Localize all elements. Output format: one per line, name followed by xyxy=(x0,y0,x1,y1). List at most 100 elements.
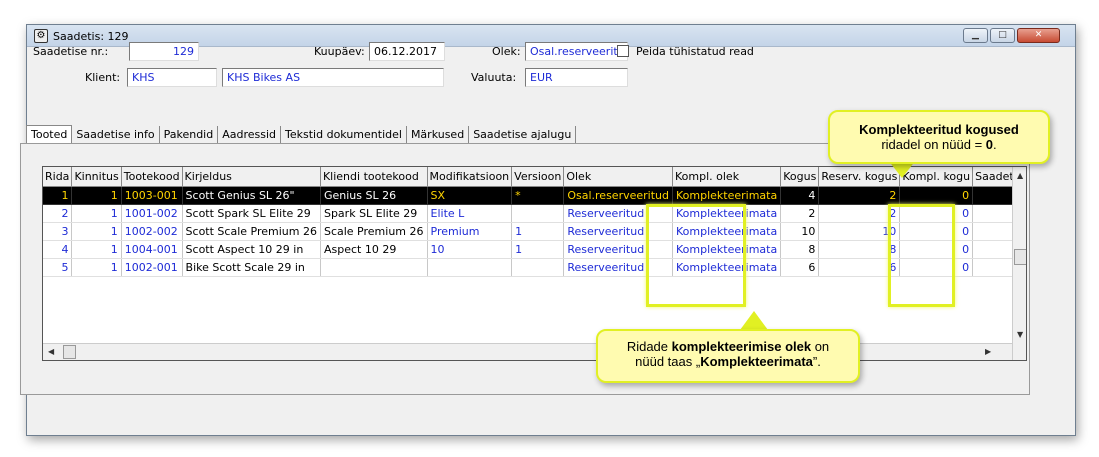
hide-cancelled-checkbox[interactable] xyxy=(617,45,629,57)
cell-kogus[interactable]: 8 xyxy=(780,240,820,259)
cell-kompl-olek[interactable]: Komplekteerimata xyxy=(672,222,782,241)
cell-kompl-olek[interactable]: Komplekteerimata xyxy=(672,240,782,259)
horizontal-scroll-thumb[interactable] xyxy=(63,345,76,359)
client-code-field[interactable]: KHS xyxy=(127,68,217,87)
cell-kompl-kogus[interactable]: 0 xyxy=(899,240,974,259)
cell-kinnitus[interactable]: 1 xyxy=(71,186,122,205)
cell-reserv[interactable]: 2 xyxy=(818,204,901,223)
cell-versioon[interactable]: * xyxy=(511,186,565,205)
cell-rida[interactable]: 5 xyxy=(43,258,73,277)
cell-versioon[interactable]: 1 xyxy=(511,240,565,259)
cell-rida[interactable]: 1 xyxy=(43,186,73,205)
cell-kliendi[interactable]: Spark SL Elite 29 xyxy=(320,204,428,223)
cell-kompl-olek[interactable]: Komplekteerimata xyxy=(672,258,782,277)
client-name-field[interactable]: KHS Bikes AS xyxy=(222,68,444,87)
vertical-scroll-thumb[interactable] xyxy=(1014,249,1026,265)
minimize-button[interactable]: ▁ xyxy=(963,28,988,43)
cell-olek[interactable]: Osal.reserveeritud xyxy=(563,186,673,205)
scroll-left-icon[interactable]: ◀ xyxy=(48,347,54,356)
table-row[interactable]: 5 1 1002-001 Bike Scott Scale 29 in Reservee… xyxy=(43,258,1026,277)
shipment-no-field[interactable]: 129 xyxy=(129,42,199,61)
cell-tootekood[interactable]: 1002-002 xyxy=(121,222,183,241)
col-kliendi-tootekood[interactable]: Kliendi tootekood xyxy=(320,167,428,187)
tab-pakendid[interactable]: Pakendid xyxy=(160,126,219,143)
cell-kompl-olek[interactable]: Komplekteerimata xyxy=(672,204,782,223)
tab-aadressid[interactable]: Aadressid xyxy=(218,126,282,143)
cell-mod[interactable]: 10 xyxy=(427,240,513,259)
cell-versioon[interactable] xyxy=(511,204,565,223)
cell-kinnitus[interactable]: 1 xyxy=(71,204,122,223)
col-olek[interactable]: Olek xyxy=(563,167,673,187)
table-row[interactable]: 3 1 1002-002 Scott Scale Premium 26 Scale Pr… xyxy=(43,222,1026,241)
scroll-right-icon[interactable]: ▶ xyxy=(985,347,991,356)
cell-kompl-kogus[interactable]: 0 xyxy=(899,204,974,223)
cell-mod[interactable]: SX xyxy=(427,186,513,205)
date-field[interactable]: 06.12.2017 xyxy=(369,42,445,61)
cell-mod[interactable]: Premium xyxy=(427,222,513,241)
cell-mod[interactable]: Elite L xyxy=(427,204,513,223)
col-kinnitus[interactable]: Kinnitus xyxy=(71,167,122,187)
cell-reserv[interactable]: 2 xyxy=(818,186,901,205)
horizontal-scrollbar[interactable]: ◀ ▶ xyxy=(43,343,1012,360)
cell-reserv[interactable]: 6 xyxy=(818,258,901,277)
cell-kogus[interactable]: 4 xyxy=(780,186,820,205)
cell-kogus[interactable]: 6 xyxy=(780,258,820,277)
cell-kirjeldus[interactable]: Scott Scale Premium 26 xyxy=(182,222,321,241)
cell-tootekood[interactable]: 1003-001 xyxy=(121,186,183,205)
cell-kinnitus[interactable]: 1 xyxy=(71,258,122,277)
col-rida[interactable]: Rida xyxy=(43,167,73,187)
cell-rida[interactable]: 2 xyxy=(43,204,73,223)
cell-kompl-kogus[interactable]: 0 xyxy=(899,222,974,241)
cell-kompl-kogus[interactable]: 0 xyxy=(899,258,974,277)
col-versioon[interactable]: Versioon xyxy=(511,167,565,187)
tab-saadetise-info[interactable]: Saadetise info xyxy=(72,126,160,143)
cell-tootekood[interactable]: 1001-002 xyxy=(121,204,183,223)
tab-tekstid[interactable]: Tekstid dokumentidel xyxy=(281,126,407,143)
status-field[interactable]: Osal.reserveeritud xyxy=(525,42,628,61)
cell-kogus[interactable]: 2 xyxy=(780,204,820,223)
cell-olek[interactable]: Reserveeritud xyxy=(563,258,673,277)
tab-tooted[interactable]: Tooted xyxy=(26,125,73,143)
cell-kinnitus[interactable]: 1 xyxy=(71,222,122,241)
cell-kompl-olek[interactable]: Komplekteerimata xyxy=(672,186,782,205)
cell-olek[interactable]: Reserveeritud xyxy=(563,240,673,259)
cell-versioon[interactable]: 1 xyxy=(511,222,565,241)
cell-tootekood[interactable]: 1004-001 xyxy=(121,240,183,259)
cell-reserv[interactable]: 8 xyxy=(818,240,901,259)
cell-kliendi[interactable] xyxy=(320,258,428,277)
maximize-button[interactable]: □ xyxy=(990,28,1015,43)
col-kompl-olek[interactable]: Kompl. olek xyxy=(672,167,782,187)
col-kirjeldus[interactable]: Kirjeldus xyxy=(182,167,321,187)
cell-versioon[interactable] xyxy=(511,258,565,277)
cell-kompl-kogus[interactable]: 0 xyxy=(899,186,974,205)
cell-kinnitus[interactable]: 1 xyxy=(71,240,122,259)
cell-tootekood[interactable]: 1002-001 xyxy=(121,258,183,277)
cell-rida[interactable]: 3 xyxy=(43,222,73,241)
col-kogus[interactable]: Kogus xyxy=(780,167,820,187)
cell-rida[interactable]: 4 xyxy=(43,240,73,259)
cell-olek[interactable]: Reserveeritud xyxy=(563,222,673,241)
cell-olek[interactable]: Reserveeritud xyxy=(563,204,673,223)
cell-kirjeldus[interactable]: Scott Genius SL 26" xyxy=(182,186,321,205)
tab-markused[interactable]: Märkused xyxy=(407,126,470,143)
tab-ajalugu[interactable]: Saadetise ajalugu xyxy=(469,126,577,143)
table-row[interactable]: 4 1 1004-001 Scott Aspect 10 29 in Aspect 10… xyxy=(43,240,1026,259)
cell-kirjeldus[interactable]: Bike Scott Scale 29 in xyxy=(182,258,321,277)
cell-reserv[interactable]: 10 xyxy=(818,222,901,241)
products-grid[interactable]: Rida Kinnitus Tootekood Kirjeldus Kliend… xyxy=(42,166,1027,361)
cell-kogus[interactable]: 10 xyxy=(780,222,820,241)
table-row[interactable]: 2 1 1001-002 Scott Spark SL Elite 29 Spark S… xyxy=(43,204,1026,223)
col-modifikatsioon[interactable]: Modifikatsioon xyxy=(427,167,513,187)
col-tootekood[interactable]: Tootekood xyxy=(121,167,183,187)
cell-kliendi[interactable]: Genius SL 26 xyxy=(320,186,428,205)
cell-kirjeldus[interactable]: Scott Spark SL Elite 29 xyxy=(182,204,321,223)
scroll-down-icon[interactable]: ▼ xyxy=(1017,330,1023,339)
cell-kliendi[interactable]: Scale Premium 26 xyxy=(320,222,428,241)
scroll-up-icon[interactable]: ▲ xyxy=(1017,171,1023,180)
cell-kirjeldus[interactable]: Scott Aspect 10 29 in xyxy=(182,240,321,259)
vertical-scrollbar[interactable]: ▲ ▼ xyxy=(1012,167,1026,360)
cell-mod[interactable] xyxy=(427,258,513,277)
table-row[interactable]: 1 1 1003-001 Scott Genius SL 26" Genius SL 2… xyxy=(43,186,1026,205)
currency-field[interactable]: EUR xyxy=(525,68,628,87)
cell-kliendi[interactable]: Aspect 10 29 xyxy=(320,240,428,259)
